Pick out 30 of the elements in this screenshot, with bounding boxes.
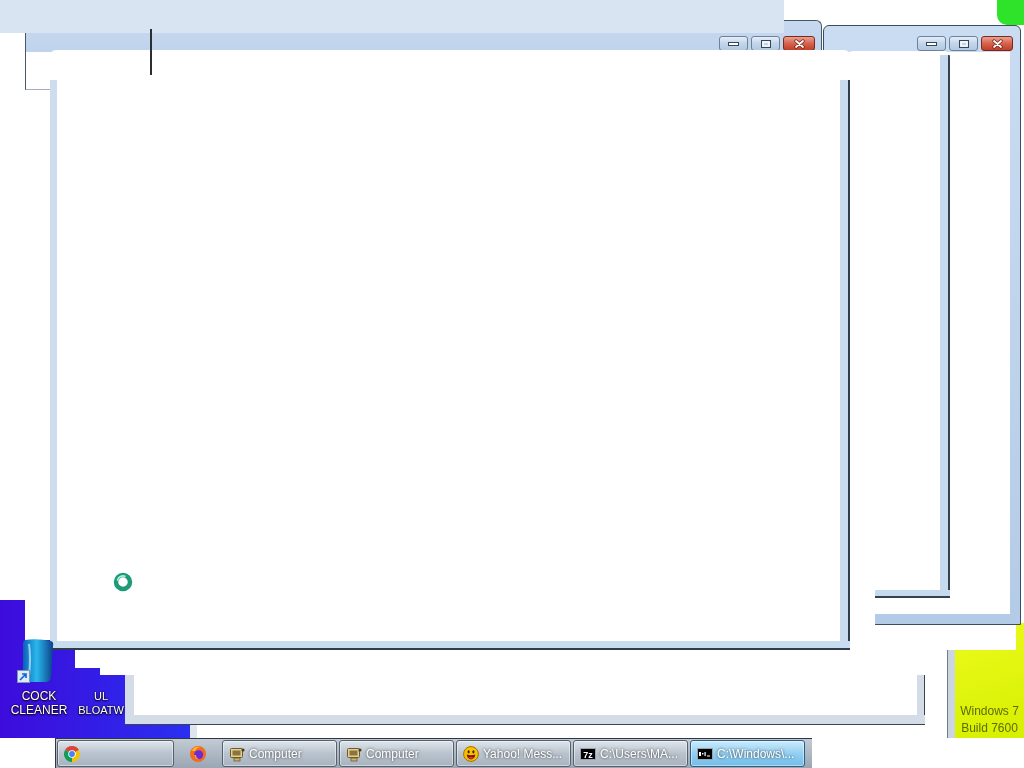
circle-logo-icon	[64, 745, 80, 762]
minimize-icon	[926, 41, 937, 46]
maximize-icon	[760, 39, 771, 48]
desktop-icon-label[interactable]: UL BLOATW	[77, 689, 125, 717]
desktop-icon-label[interactable]: COCK CLEANER	[5, 689, 73, 717]
window-border	[190, 725, 197, 738]
taskbar-button[interactable]: 7z C:\Users\MA...	[573, 740, 688, 767]
taskbar-button[interactable]: Computer	[222, 740, 337, 767]
wallpaper-edge	[997, 0, 1024, 25]
taskbar-button[interactable]: C:\Windows\...	[690, 740, 805, 767]
close-icon	[793, 38, 805, 49]
minimize-icon	[728, 41, 739, 46]
close-button[interactable]	[981, 36, 1013, 51]
smiley-icon	[463, 745, 479, 762]
archive-logo: 7z	[580, 747, 596, 760]
app-shortcut-icon[interactable]	[17, 638, 55, 684]
taskbar-button[interactable]: Computer	[339, 740, 454, 767]
console-icon	[697, 747, 713, 760]
maximize-icon	[958, 39, 969, 48]
computer-icon	[346, 745, 362, 762]
maximize-button[interactable]	[949, 36, 978, 51]
taskbar-button[interactable]	[57, 740, 174, 767]
build-info-text: Windows 7	[959, 703, 1020, 720]
globe-logo-icon	[190, 745, 206, 762]
close-icon	[991, 38, 1003, 49]
loading-ring-icon	[113, 572, 133, 592]
computer-icon	[229, 745, 245, 762]
taskbar-button[interactable]: Yahoo! Mess...	[456, 740, 571, 767]
build-info-text: Build 7600	[960, 720, 1019, 737]
minimize-button[interactable]	[917, 36, 946, 51]
